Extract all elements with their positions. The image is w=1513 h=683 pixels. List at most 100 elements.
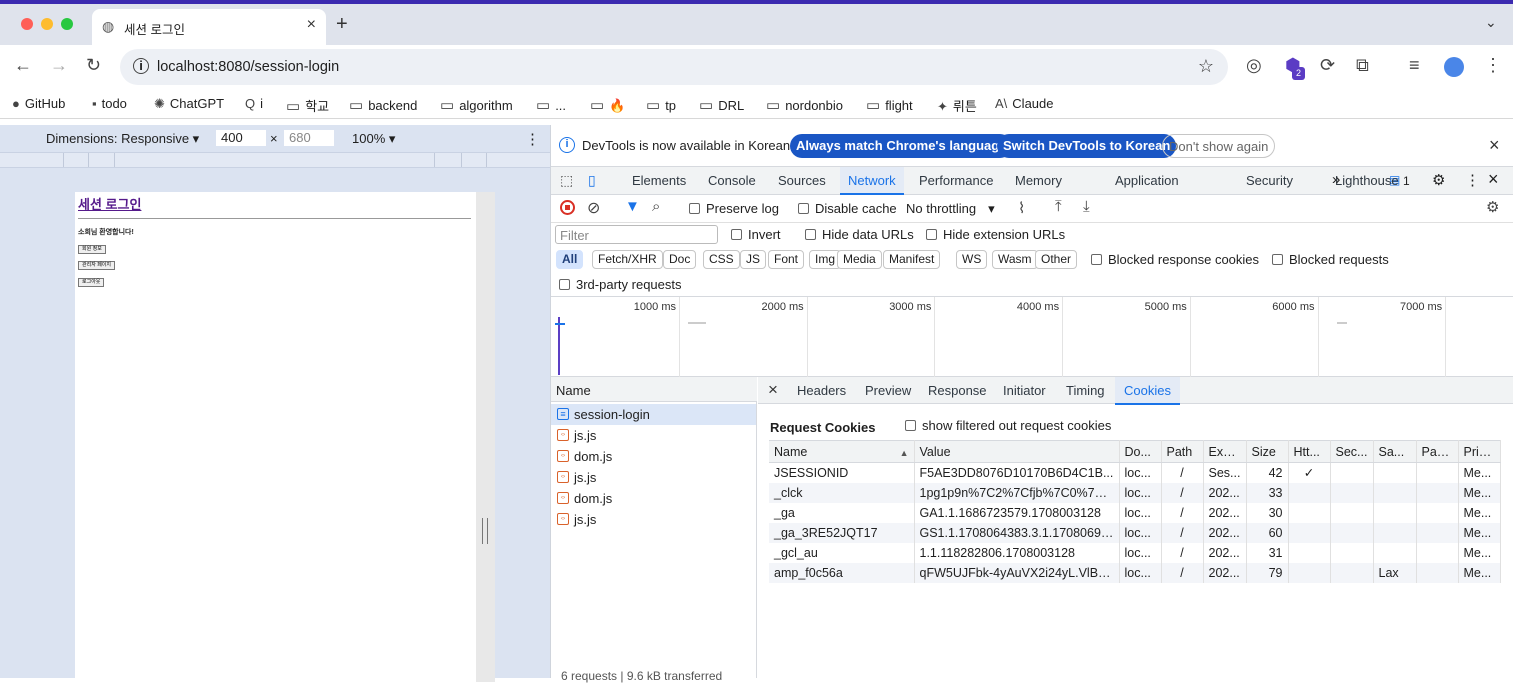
detail-tab-headers[interactable]: Headers xyxy=(797,383,846,398)
sync-icon[interactable]: ⟳ xyxy=(1320,56,1335,74)
cookie-column-header[interactable]: Sec... xyxy=(1330,440,1374,463)
media-icon[interactable]: ≡ xyxy=(1409,56,1420,74)
bookmark-11[interactable]: ▭ nordonbio xyxy=(766,96,843,114)
bookmark-2[interactable]: ✺ ChatGPT xyxy=(154,96,224,112)
type-chip-fetchxhr[interactable]: Fetch/XHR xyxy=(592,250,663,269)
tab-performance[interactable]: Performance xyxy=(919,173,993,188)
tab-memory[interactable]: Memory xyxy=(1015,173,1062,188)
dimensions-select[interactable]: Dimensions: Responsive ▾ xyxy=(46,131,199,147)
extension-icon[interactable]: ◎ xyxy=(1246,56,1262,74)
resize-handle[interactable] xyxy=(482,518,488,544)
bookmark-6[interactable]: ▭ algorithm xyxy=(440,96,513,114)
page-heading-link[interactable]: 세션 로그인 xyxy=(78,194,141,213)
height-input[interactable]: 680 xyxy=(284,130,334,146)
type-chip-font[interactable]: Font xyxy=(768,250,805,269)
hide-data-urls-checkbox[interactable]: Hide data URLs xyxy=(805,227,914,242)
filter-input[interactable]: Filter xyxy=(555,225,718,244)
cookie-column-header[interactable]: Path xyxy=(1161,440,1204,463)
type-chip-wasm[interactable]: Wasm xyxy=(992,250,1038,269)
type-chip-all[interactable]: All xyxy=(556,250,584,269)
address-bar[interactable]: i localhost:8080/session-login ☆ xyxy=(120,49,1228,85)
request-row[interactable]: ‹› dom.js xyxy=(551,488,756,509)
cookie-column-header[interactable]: Name ▲ xyxy=(769,440,915,463)
close-tab-icon[interactable]: × xyxy=(307,16,316,34)
site-info-icon[interactable]: i xyxy=(133,58,149,74)
new-tab-icon[interactable]: + xyxy=(336,13,348,36)
close-infobar-icon[interactable]: × xyxy=(1489,135,1500,156)
type-chip-js[interactable]: JS xyxy=(740,250,767,269)
more-tabs-chevron-icon[interactable]: » xyxy=(1332,171,1340,188)
tab-console[interactable]: Console xyxy=(708,173,756,188)
detail-tab-cookies[interactable]: Cookies xyxy=(1115,377,1180,405)
bookmark-13[interactable]: ✦ 뤼튼 xyxy=(937,96,977,115)
avatar[interactable] xyxy=(1444,57,1464,77)
throttling-select[interactable]: No throttling ▾ xyxy=(906,201,995,217)
bookmark-12[interactable]: ▭ flight xyxy=(866,96,913,114)
bookmark-8[interactable]: ▭ 🔥 xyxy=(590,96,625,114)
filter-funnel-icon[interactable]: ▼ xyxy=(625,198,640,215)
tab-lighthouse[interactable]: Lighthouse xyxy=(1335,173,1399,188)
detail-tab-timing[interactable]: Timing xyxy=(1066,383,1105,398)
browser-tab[interactable]: ◍ 세션 로그인 × xyxy=(92,9,326,45)
cookie-column-header[interactable]: Prio... xyxy=(1458,440,1501,463)
width-input[interactable]: 400 xyxy=(216,130,266,146)
show-filtered-cookies-checkbox[interactable]: show filtered out request cookies xyxy=(905,418,1111,433)
cookie-row[interactable]: _gcl_au 1.1.118282806.1708003128 loc.../20… xyxy=(769,542,1501,563)
zoom-window-button[interactable] xyxy=(61,18,73,30)
clear-icon[interactable]: ⊘ xyxy=(587,198,600,218)
cookie-column-header[interactable]: Sa... xyxy=(1373,440,1417,463)
type-chip-manifest[interactable]: Manifest xyxy=(883,250,941,269)
zoom-select[interactable]: 100% ▾ xyxy=(352,131,395,147)
cookie-row[interactable]: JSESSIONID F5AE3DD8076D10170B6D4C1B... loc… xyxy=(769,462,1501,483)
name-column-header[interactable]: Name xyxy=(551,377,757,402)
member-info-button[interactable]: 회원 정보 xyxy=(78,245,106,254)
bookmark-9[interactable]: ▭ tp xyxy=(646,96,676,114)
switch-korean-button[interactable]: Switch DevTools to Korean xyxy=(997,134,1177,158)
invert-checkbox[interactable]: Invert xyxy=(731,227,781,242)
search-icon[interactable]: ⌕ xyxy=(652,198,660,215)
cookie-column-header[interactable]: Value xyxy=(914,440,1120,463)
tab-application[interactable]: Application xyxy=(1115,173,1179,188)
bookmark-10[interactable]: ▭ DRL xyxy=(699,96,744,114)
blocked-cookies-checkbox[interactable]: Blocked response cookies xyxy=(1091,252,1259,267)
tab-sources[interactable]: Sources xyxy=(778,173,826,188)
cookie-row[interactable]: _ga GA1.1.1686723579.1708003128 loc.../202… xyxy=(769,502,1501,523)
reload-icon[interactable]: ↻ xyxy=(86,56,101,74)
type-chip-media[interactable]: Media xyxy=(837,250,882,269)
bookmark-1[interactable]: ▪ todo xyxy=(92,96,127,111)
detail-tab-preview[interactable]: Preview xyxy=(865,383,911,398)
import-har-icon[interactable]: ⤒ xyxy=(1055,198,1062,215)
request-row[interactable]: ≡ session-login xyxy=(551,404,756,425)
cookie-row[interactable]: _clck 1pg1p9n%7C2%7Cfjb%7C0%7C... loc.../2… xyxy=(769,482,1501,503)
close-window-button[interactable] xyxy=(21,18,33,30)
menu-kebab-icon[interactable]: ⋮ xyxy=(1484,56,1502,74)
type-chip-other[interactable]: Other xyxy=(1035,250,1078,269)
request-row[interactable]: ‹› js.js xyxy=(551,509,756,530)
inspect-element-icon[interactable]: ⬚ xyxy=(560,172,573,189)
bookmark-5[interactable]: ▭ backend xyxy=(349,96,417,114)
request-row[interactable]: ‹› dom.js xyxy=(551,446,756,467)
export-har-icon[interactable]: ⤓ xyxy=(1083,198,1090,215)
match-language-button[interactable]: Always match Chrome's language xyxy=(790,134,1013,158)
disable-cache-checkbox[interactable]: Disable cache xyxy=(798,201,897,216)
minimize-window-button[interactable] xyxy=(41,18,53,30)
blocked-requests-checkbox[interactable]: Blocked requests xyxy=(1272,252,1389,267)
tab-network[interactable]: Network xyxy=(840,167,904,195)
type-chip-ws[interactable]: WS xyxy=(956,250,988,269)
request-row[interactable]: ‹› js.js xyxy=(551,425,756,446)
admin-page-button[interactable]: 관리자 페이지 xyxy=(78,261,115,270)
network-conditions-icon[interactable]: ⌇ xyxy=(1018,199,1025,217)
cookie-column-header[interactable]: Size xyxy=(1246,440,1289,463)
devtools-menu-icon[interactable]: ⋮ xyxy=(1465,171,1480,189)
bookmark-0[interactable]: ● GitHub xyxy=(12,96,65,111)
cookie-column-header[interactable]: Htt... xyxy=(1288,440,1331,463)
dont-show-again-button[interactable]: Don't show again xyxy=(1162,134,1276,158)
bookmark-4[interactable]: ▭ 학교 xyxy=(286,96,329,115)
preserve-log-checkbox[interactable]: Preserve log xyxy=(689,201,779,216)
bookmark-14[interactable]: A\ Claude xyxy=(995,96,1054,111)
cookie-row[interactable]: amp_f0c56a qFW5UJFbk-4yAuVX2i24yL.VlBH...… xyxy=(769,562,1501,583)
close-detail-icon[interactable]: × xyxy=(768,380,778,400)
cookie-column-header[interactable]: Expi... xyxy=(1203,440,1247,463)
network-settings-icon[interactable]: ⚙ xyxy=(1486,198,1499,216)
third-party-checkbox[interactable]: 3rd-party requests xyxy=(559,277,682,292)
